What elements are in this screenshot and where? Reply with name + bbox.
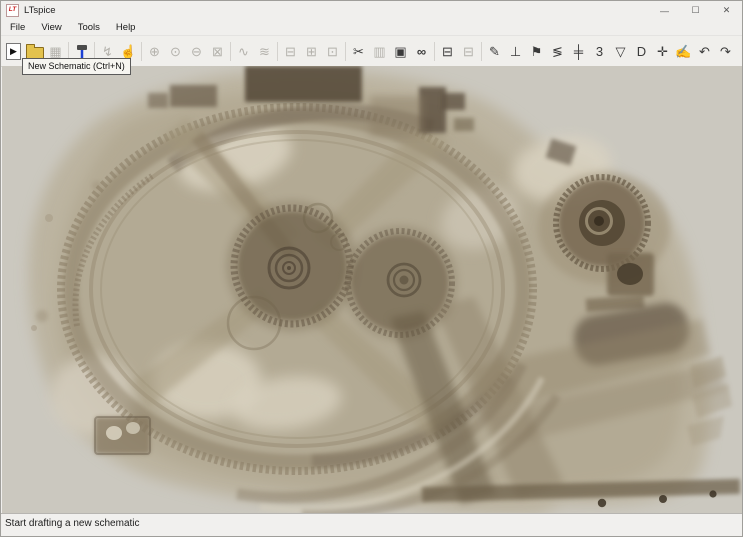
diode-icon: ▽ xyxy=(615,43,626,59)
undo-icon: ↶ xyxy=(699,43,710,59)
inductor-icon: 3 xyxy=(595,43,604,59)
cut-button[interactable]: ✂ xyxy=(348,40,369,62)
move-button[interactable]: ✛ xyxy=(652,40,673,62)
status-bar: Start drafting a new schematic xyxy=(1,513,742,536)
window-controls: — ☐ ✕ xyxy=(649,1,742,20)
menu-file[interactable]: File xyxy=(2,20,33,35)
inductor-button[interactable]: 3 xyxy=(589,40,610,62)
antikythera-xray-image xyxy=(2,66,742,515)
resistor-button[interactable]: ≶ xyxy=(547,40,568,62)
zoom-back-icon: ⊙ xyxy=(170,43,181,59)
paste-button[interactable]: ▣ xyxy=(390,40,411,62)
plot-settings-button[interactable]: ≋ xyxy=(254,40,275,62)
zoom-back-button[interactable]: ⊙ xyxy=(165,40,186,62)
print-preview-icon: ⊟ xyxy=(463,43,474,59)
toolbar-separator xyxy=(434,41,435,61)
print-button[interactable]: ⊟ xyxy=(437,40,458,62)
rotate-icon: ↺ xyxy=(741,45,742,58)
capacitor-button[interactable]: ╪ xyxy=(568,40,589,62)
autorange-y-axis-icon: ∿ xyxy=(238,43,249,59)
menu-bar: File View Tools Help xyxy=(1,20,742,35)
new-window-icon: ⊡ xyxy=(327,43,338,59)
label-net-button[interactable]: ⚑ xyxy=(526,40,547,62)
toolbar-separator xyxy=(277,41,278,61)
copy-button[interactable]: ▥ xyxy=(369,40,390,62)
app-logo-icon: LT xyxy=(6,4,19,17)
ground-icon: ⊥ xyxy=(509,43,522,59)
label-net-icon: ⚑ xyxy=(530,43,543,59)
plot-settings-icon: ≋ xyxy=(259,43,270,59)
zoom-out-icon: ⊖ xyxy=(191,43,202,59)
status-text: Start drafting a new schematic xyxy=(5,518,140,529)
drag-icon: ✍ xyxy=(675,43,692,59)
rotate-button[interactable]: ↺ xyxy=(736,40,742,62)
halt-icon: ☝ xyxy=(120,43,137,59)
move-icon: ✛ xyxy=(657,43,668,59)
maximize-button[interactable]: ☐ xyxy=(680,1,711,20)
redo-button[interactable]: ↷ xyxy=(715,40,736,62)
menu-view[interactable]: View xyxy=(33,20,69,35)
copy-icon: ▥ xyxy=(373,43,386,59)
schematic-canvas[interactable] xyxy=(2,66,742,515)
close-button[interactable]: ✕ xyxy=(711,1,742,20)
wire-icon: ✎ xyxy=(489,43,500,59)
resistor-icon: ≶ xyxy=(552,43,563,59)
title-bar[interactable]: LT LTspice — ☐ ✕ xyxy=(1,1,742,20)
toolbar-separator xyxy=(230,41,231,61)
new-schematic-button[interactable]: ▶ xyxy=(3,40,24,62)
menu-help[interactable]: Help xyxy=(108,20,144,35)
autorange-y-axis-button[interactable]: ∿ xyxy=(233,40,254,62)
paste-icon: ▣ xyxy=(394,43,407,59)
wire-button[interactable]: ✎ xyxy=(484,40,505,62)
find-icon: ∞ xyxy=(416,43,427,59)
minimize-button[interactable]: — xyxy=(649,1,680,20)
zoom-full-extents-icon: ⊠ xyxy=(212,43,223,59)
tile-windows-button[interactable]: ⊟ xyxy=(280,40,301,62)
save-icon: ▦ xyxy=(49,43,62,59)
zoom-in-button[interactable]: ⊕ xyxy=(144,40,165,62)
drag-button[interactable]: ✍ xyxy=(673,40,694,62)
ground-button[interactable]: ⊥ xyxy=(505,40,526,62)
print-icon: ⊟ xyxy=(442,43,453,59)
menu-tools[interactable]: Tools xyxy=(70,20,108,35)
diode-button[interactable]: ▽ xyxy=(610,40,631,62)
cascade-windows-button[interactable]: ⊞ xyxy=(301,40,322,62)
toolbar-separator xyxy=(481,41,482,61)
cascade-windows-icon: ⊞ xyxy=(306,43,317,59)
component-icon: D xyxy=(636,43,647,59)
new-window-button[interactable]: ⊡ xyxy=(322,40,343,62)
ltspice-window: LT LTspice — ☐ ✕ File View Tools Help ▶ ▦ ↯ ☝ ⊕ ⊙ ⊖… xyxy=(0,0,743,537)
toolbar-separator xyxy=(345,41,346,61)
find-button[interactable]: ∞ xyxy=(411,40,432,62)
window-title: LTspice xyxy=(24,5,56,16)
component-button[interactable]: D xyxy=(631,40,652,62)
cut-icon: ✂ xyxy=(353,43,364,59)
control-panel-icon xyxy=(76,45,87,58)
zoom-full-extents-button[interactable]: ⊠ xyxy=(207,40,228,62)
run-icon: ↯ xyxy=(102,43,113,59)
new-schematic-icon: ▶ xyxy=(6,42,21,60)
toolbar-separator xyxy=(141,41,142,61)
zoom-in-icon: ⊕ xyxy=(149,43,160,59)
undo-button[interactable]: ↶ xyxy=(694,40,715,62)
zoom-out-button[interactable]: ⊖ xyxy=(186,40,207,62)
capacitor-icon: ╪ xyxy=(573,43,584,59)
tooltip: New Schematic (Ctrl+N) xyxy=(22,58,131,75)
print-preview-button[interactable]: ⊟ xyxy=(458,40,479,62)
tile-windows-icon: ⊟ xyxy=(285,43,296,59)
redo-icon: ↷ xyxy=(720,43,731,59)
